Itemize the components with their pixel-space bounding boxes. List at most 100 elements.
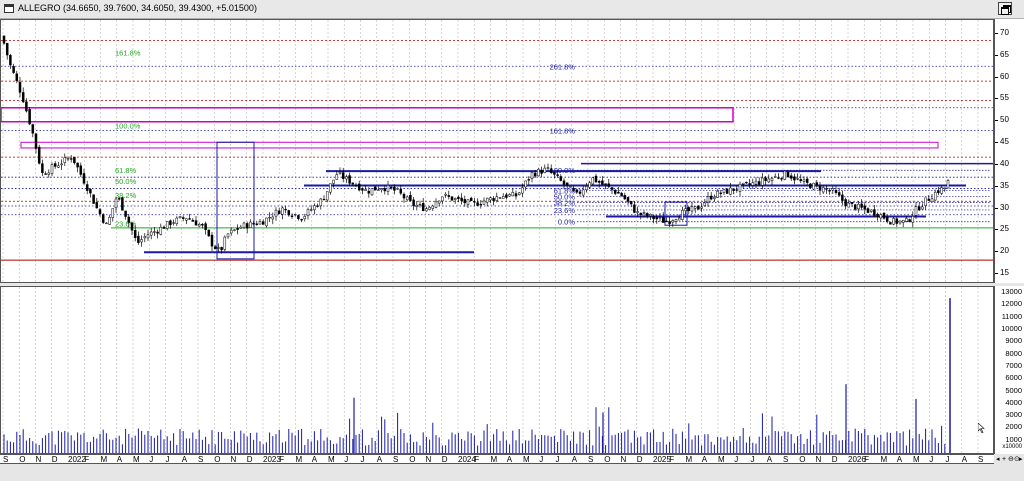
candle-body [373, 186, 377, 191]
price-axis-label: 25 [1000, 224, 1009, 234]
candle-body [706, 196, 710, 203]
candle-body [463, 199, 467, 204]
candle-body [383, 188, 387, 192]
candle-body [578, 191, 582, 194]
time-label: D [51, 455, 58, 464]
candle-body [908, 219, 911, 222]
price-axis-label: 55 [1000, 93, 1009, 103]
candle-body [44, 173, 47, 175]
candle-body [217, 247, 220, 249]
time-label: O [19, 455, 26, 464]
candle-body [34, 133, 38, 149]
zoom-in-icon[interactable]: + [1002, 456, 1006, 463]
candle-body [745, 181, 748, 184]
time-label: M [295, 455, 303, 464]
scroll-right-icon[interactable]: ▸ [1019, 456, 1023, 463]
price-axis-label: 65 [1000, 49, 1009, 59]
price-chart-pane[interactable]: 161.8% 100.0% 61.8% 50.0% 38.2% 23.6% 261.8% 16… [0, 19, 994, 283]
volume-axis-label: 12000 [1001, 299, 1022, 309]
candle-body [229, 229, 233, 234]
price-axis-tick [995, 120, 998, 122]
candle-body [85, 184, 89, 191]
candle-body [841, 194, 844, 201]
fib-label: 50.0% [115, 177, 137, 186]
price-axis-tick [995, 229, 998, 231]
price-axis-label: 45 [1000, 137, 1009, 147]
price-axis[interactable]: 70 65 60 55 50 45 40 35 30 25 20 15 [994, 19, 1024, 283]
candle-body [284, 208, 287, 211]
price-axis-tick [995, 32, 998, 34]
candle-body [559, 176, 563, 181]
time-axis[interactable]: S O N D 2022 F M A M J J A S O N D 2023 F M A M J J A S O N D 2024 F M… [0, 454, 994, 464]
time-label: J [165, 455, 170, 464]
time-label: J [149, 455, 154, 464]
candle-body [636, 211, 639, 213]
candle-body [482, 200, 486, 205]
candle-body [652, 215, 655, 220]
zoom-out-icon[interactable]: ⊖ [1008, 456, 1014, 463]
candle-body [914, 206, 918, 216]
candle-body [319, 198, 323, 207]
candle-body [930, 198, 934, 202]
candle-body [178, 216, 182, 219]
candle-body [748, 183, 751, 185]
time-label: O [409, 455, 416, 464]
fib-label: 23.6% [115, 219, 137, 228]
candle-body [210, 234, 214, 247]
mouse-cursor-icon [978, 423, 985, 433]
candle-body [444, 193, 447, 196]
scroll-left-icon[interactable]: ◂ [996, 456, 1000, 463]
candle-body [773, 176, 777, 178]
candle-body [47, 172, 51, 175]
candle-body [594, 175, 598, 183]
candle-body [412, 199, 415, 207]
volume-axis[interactable]: x10000 13000 12000 11000 10000 9000 8000 7000 6… [994, 286, 1024, 454]
candle-body [188, 218, 191, 220]
candle-body [220, 247, 223, 251]
price-axis-tick [995, 273, 998, 275]
candle-body [133, 230, 137, 238]
candle-body [869, 209, 873, 212]
candle-body [370, 188, 374, 196]
price-axis-label: 35 [1000, 180, 1009, 190]
candle-body [620, 192, 623, 197]
candle-body [197, 223, 201, 227]
candle-body [207, 229, 211, 237]
candle-body [533, 172, 537, 177]
time-label: O [799, 455, 806, 464]
restore-window-button[interactable] [998, 2, 1012, 15]
candle-body [431, 205, 435, 209]
candle-body [239, 226, 243, 229]
candle-body [428, 207, 431, 210]
window-title: ALLEGRO (34.6650, 39.7600, 34.6050, 39.4… [18, 3, 257, 13]
candle-body [697, 205, 700, 210]
time-label: A [181, 455, 188, 464]
candle-body [917, 206, 921, 211]
volume-chart-pane[interactable] [0, 286, 994, 454]
candle-body [828, 190, 831, 192]
candle-body [345, 176, 348, 180]
candle-body [409, 194, 412, 201]
time-label: S [198, 455, 204, 464]
price-axis-label: 60 [1000, 71, 1009, 81]
candle-body [31, 124, 35, 134]
candle-body [665, 220, 668, 223]
price-axis-label: 50 [1000, 115, 1009, 125]
candle-body [223, 236, 227, 250]
candle-body [626, 197, 630, 202]
window-titlebar[interactable]: ALLEGRO (34.6650, 39.7600, 34.6050, 39.4… [0, 0, 1024, 19]
candle-body [857, 203, 860, 210]
candle-body [476, 202, 479, 206]
volume-axis-label: 5000 [1005, 385, 1022, 395]
window-menu-icon[interactable] [4, 4, 14, 13]
candle-body [729, 187, 732, 195]
time-label: 2024 [458, 455, 476, 464]
price-axis-tick [995, 142, 998, 144]
candle-body [415, 204, 419, 207]
candle-body [181, 217, 185, 219]
candle-body [399, 188, 403, 194]
candle-body [117, 198, 121, 200]
candle-body [812, 182, 815, 190]
candlestick-series [2, 35, 950, 254]
candle-body [290, 215, 294, 217]
